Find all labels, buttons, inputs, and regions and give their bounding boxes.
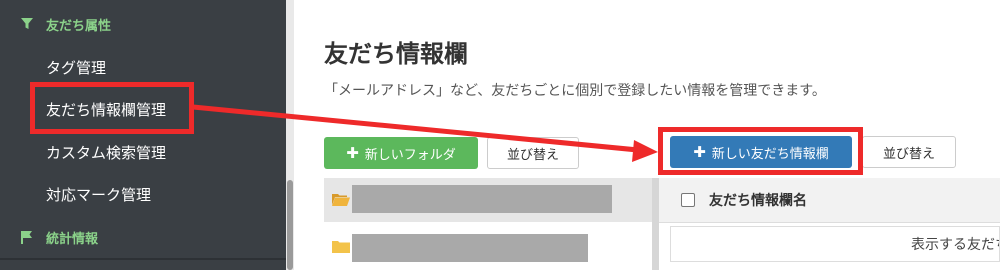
sidebar-item-label: カスタム検索管理 bbox=[46, 143, 167, 162]
sidebar-item-response-mark-management[interactable]: 対応マーク管理 bbox=[0, 173, 286, 215]
select-all-checkbox[interactable] bbox=[681, 193, 695, 207]
column-header-field-name: 友だち情報欄名 bbox=[709, 193, 807, 209]
highlight-box-new-button bbox=[658, 127, 863, 175]
empty-message: 表示する友だち bbox=[911, 237, 1000, 253]
sidebar-item-label: タグ管理 bbox=[46, 58, 107, 77]
sidebar-item-label: 対応マーク管理 bbox=[46, 185, 152, 204]
panel-divider[interactable] bbox=[652, 178, 659, 270]
folder-name-redacted bbox=[352, 185, 612, 213]
sidebar-section-friend-attributes[interactable]: 友だち属性 bbox=[0, 2, 286, 46]
folder-open-icon bbox=[332, 194, 350, 206]
sort-folders-button[interactable]: 並び替え bbox=[487, 137, 579, 169]
sidebar-item-custom-search-management[interactable]: カスタム検索管理 bbox=[0, 131, 286, 173]
sidebar-section-statistics[interactable]: 統計情報 bbox=[0, 215, 286, 259]
table-header: 友だち情報欄名 bbox=[659, 178, 1000, 223]
flag-icon bbox=[20, 230, 34, 244]
folder-row[interactable] bbox=[324, 178, 652, 222]
sidebar-scrollbar-thumb[interactable] bbox=[287, 180, 293, 270]
sidebar-section-label: 統計情報 bbox=[46, 231, 99, 247]
folder-list bbox=[324, 178, 652, 270]
filter-icon bbox=[20, 17, 34, 31]
new-folder-label: 新しいフォルダ bbox=[364, 147, 456, 163]
page-title: 友だち情報欄 bbox=[324, 40, 468, 68]
page-description: 「メールアドレス」など、友だちごとに個別で登録したい情報を管理できます。 bbox=[324, 83, 826, 99]
sidebar-section-label: 友だち属性 bbox=[46, 18, 112, 34]
sort-label: 並び替え bbox=[882, 146, 935, 162]
sidebar: 友だち属性 タグ管理 友だち情報欄管理 カスタム検索管理 対応マーク管理 統計情… bbox=[0, 0, 286, 270]
new-folder-button[interactable]: ✚ 新しいフォルダ bbox=[324, 137, 478, 169]
sort-fields-button[interactable]: 並び替え bbox=[862, 136, 956, 168]
highlight-box-sidebar-item bbox=[30, 82, 194, 134]
folder-row[interactable] bbox=[324, 230, 652, 274]
plus-icon: ✚ bbox=[346, 144, 359, 162]
sort-label: 並び替え bbox=[506, 147, 559, 163]
folder-name-redacted bbox=[352, 234, 588, 262]
folder-icon bbox=[332, 241, 350, 253]
empty-table-row: 表示する友だち bbox=[670, 226, 1000, 262]
sidebar-divider bbox=[0, 258, 286, 260]
